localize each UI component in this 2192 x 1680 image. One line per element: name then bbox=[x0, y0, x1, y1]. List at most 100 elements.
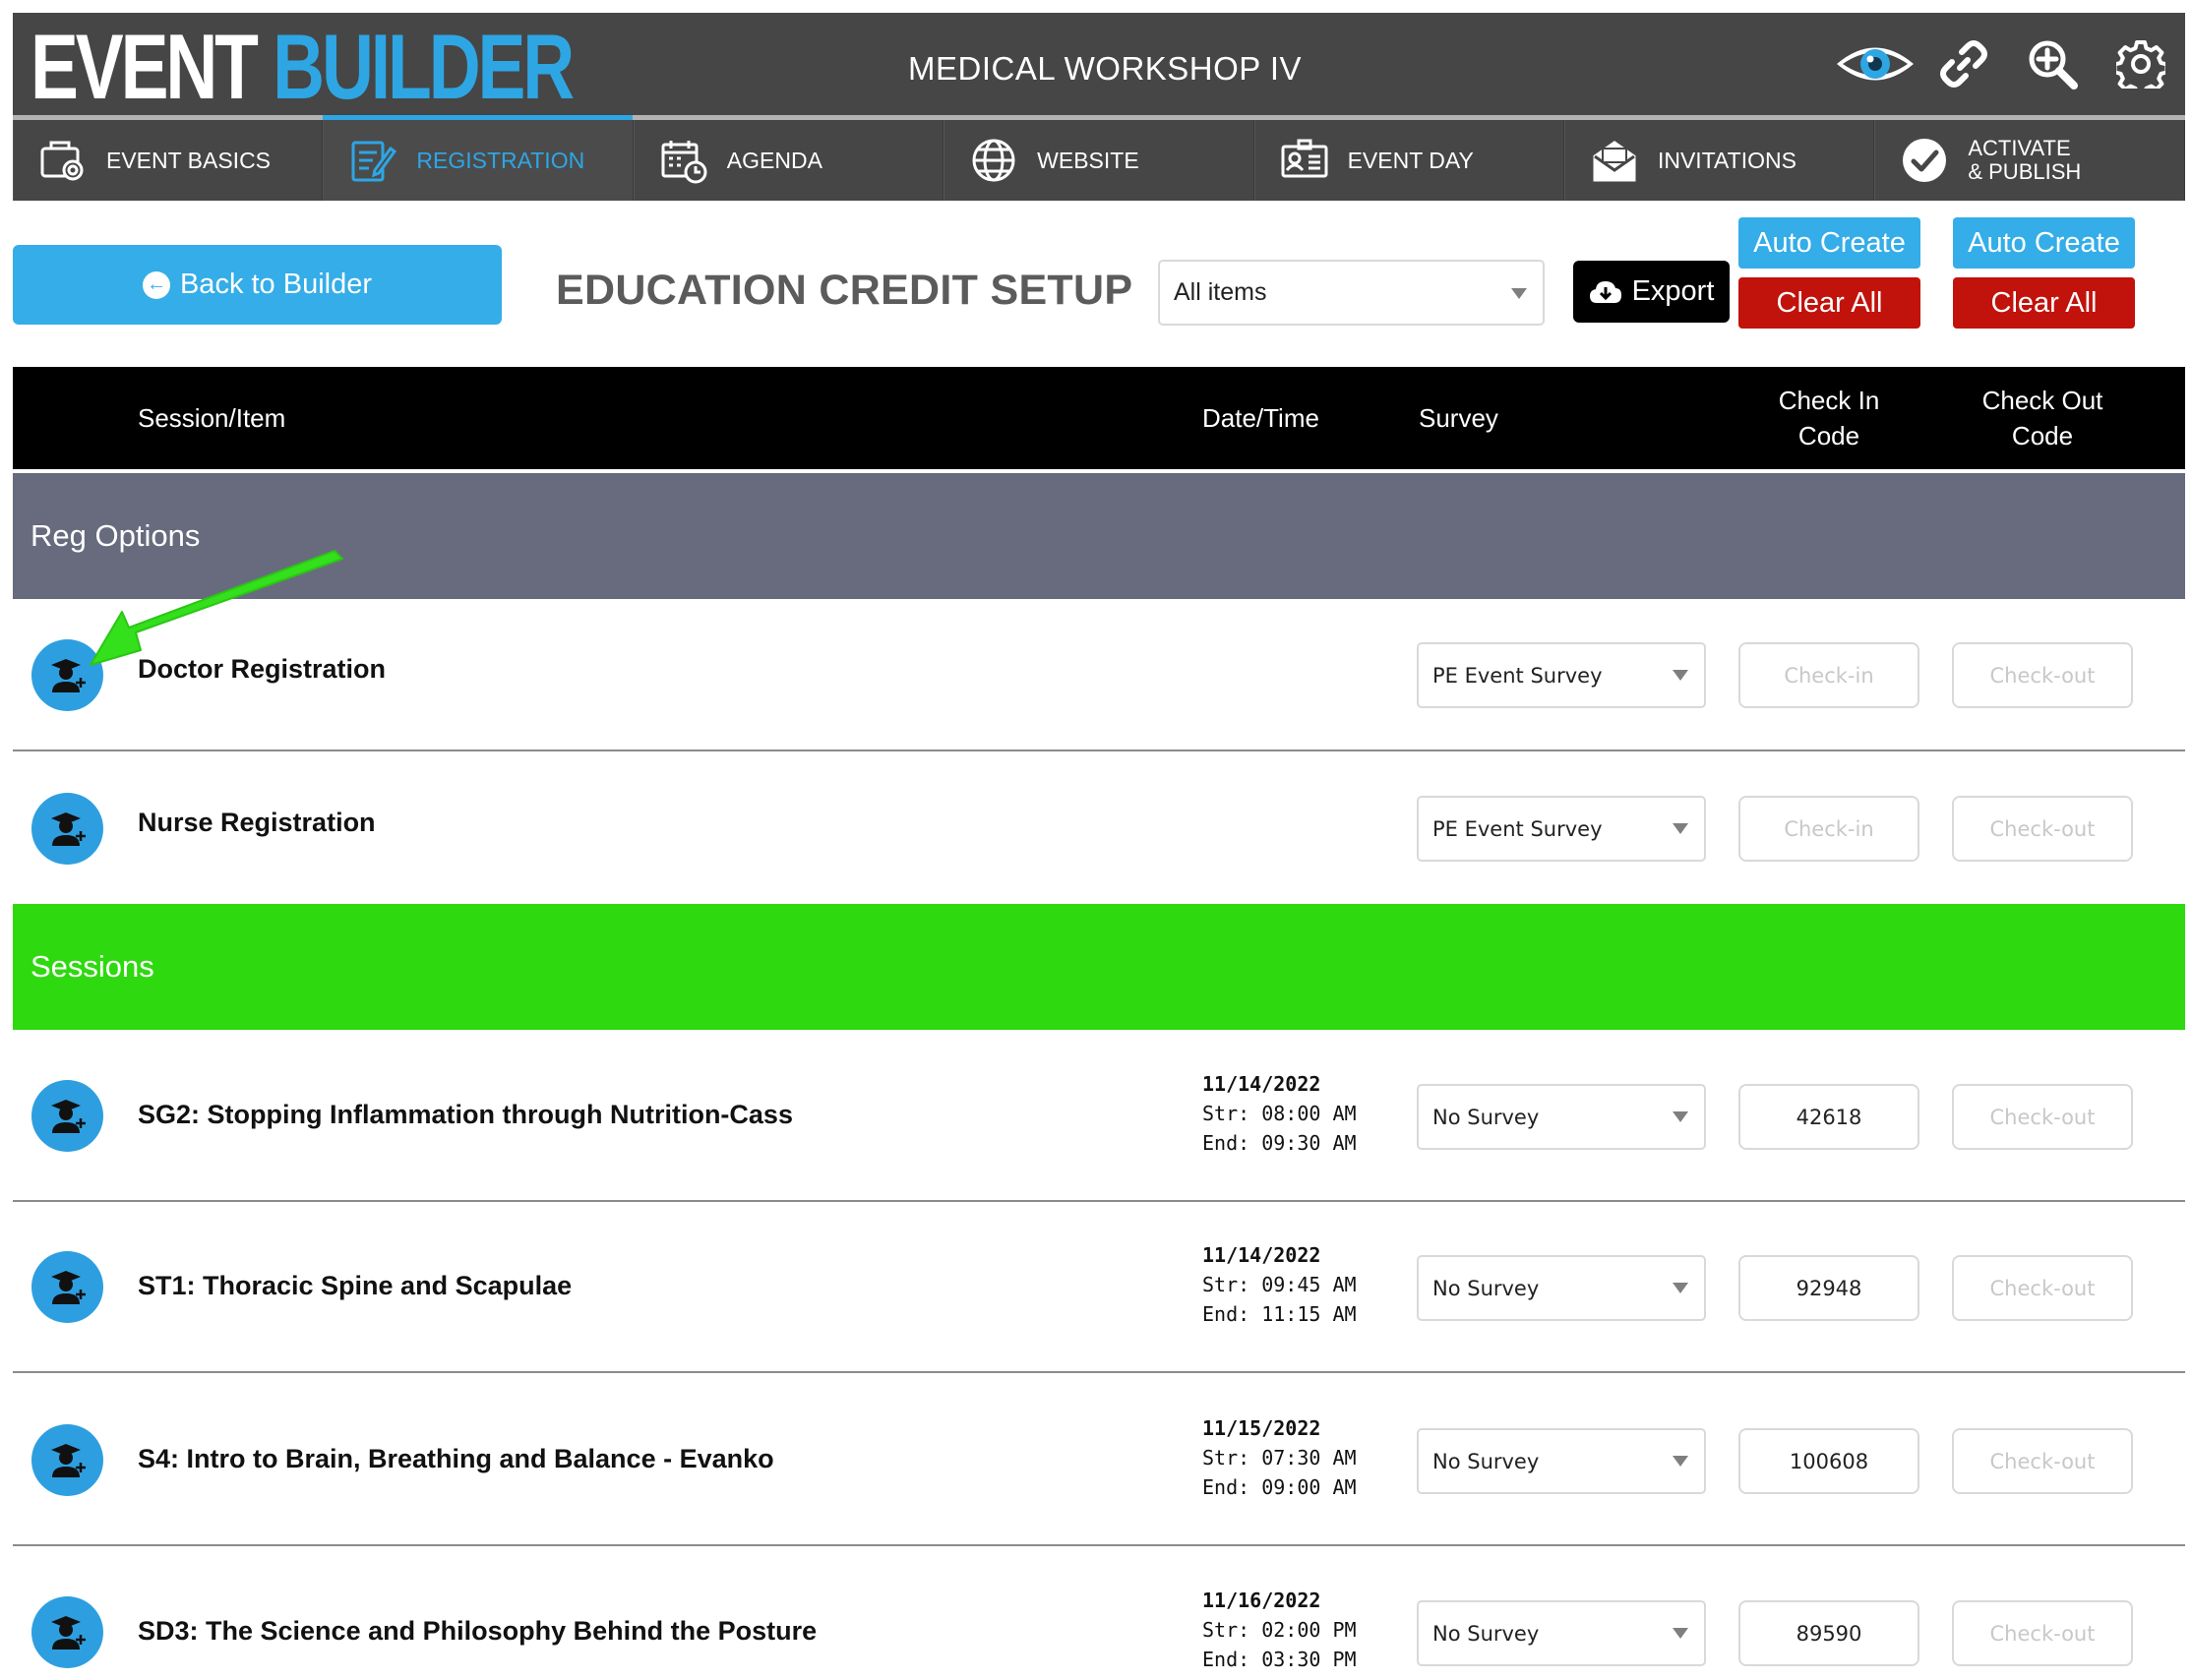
survey-select[interactable]: PE Event Survey bbox=[1417, 642, 1706, 708]
back-to-builder-button[interactable]: ← Back to Builder bbox=[13, 245, 502, 325]
survey-select[interactable]: PE Event Survey bbox=[1417, 796, 1706, 862]
export-label: Export bbox=[1631, 275, 1715, 307]
table-header: Session/Item Date/Time Survey Check In C… bbox=[13, 367, 2185, 469]
tab-label: WEBSITE bbox=[1037, 147, 1139, 173]
header-date-time: Date/Time bbox=[1202, 403, 1319, 433]
session-start: Str: 09:45 AM bbox=[1202, 1273, 1357, 1296]
add-credit-icon[interactable] bbox=[31, 1424, 103, 1496]
globe-icon bbox=[968, 135, 1019, 186]
tab-event-day[interactable]: EVENT DAY bbox=[1253, 120, 1564, 201]
session-start: Str: 02:00 PM bbox=[1202, 1618, 1357, 1642]
check-out-code-input[interactable]: Check-out bbox=[1952, 796, 2133, 862]
tab-invitations[interactable]: INVITATIONS bbox=[1563, 120, 1875, 201]
session-date: 11/15/2022 bbox=[1202, 1416, 1321, 1440]
tab-registration[interactable]: REGISTRATION bbox=[323, 120, 634, 201]
event-builder-app: EVENT BUILDER MEDICAL WORKSHOP IV EVENT … bbox=[0, 0, 2192, 1680]
check-in-code-input[interactable]: 92948 bbox=[1738, 1255, 1919, 1321]
session-datetime: 11/14/2022 Str: 09:45 AM End: 11:15 AM bbox=[1202, 1240, 1357, 1329]
tab-label: EVENT BASICS bbox=[106, 147, 272, 173]
tab-label: INVITATIONS bbox=[1657, 147, 1796, 173]
header-survey: Survey bbox=[1419, 403, 1498, 433]
section-reg-options: Reg Options bbox=[13, 473, 2185, 599]
tab-label-line1: ACTIVATE bbox=[1968, 136, 2071, 160]
registration-icon bbox=[347, 135, 398, 186]
filter-value: All items bbox=[1174, 278, 1267, 306]
session-end: End: 11:15 AM bbox=[1202, 1302, 1357, 1326]
arrow-left-circle-icon: ← bbox=[142, 270, 170, 299]
table-row: SG2: Stopping Inflammation through Nutri… bbox=[13, 1030, 2185, 1202]
eye-icon[interactable] bbox=[1831, 13, 1919, 115]
row-title: ST1: Thoracic Spine and Scapulae bbox=[138, 1271, 573, 1300]
survey-value: No Survey bbox=[1432, 1105, 1540, 1129]
chevron-down-icon bbox=[1673, 670, 1688, 681]
section-sessions: Sessions bbox=[13, 904, 2185, 1030]
survey-select[interactable]: No Survey bbox=[1417, 1600, 1706, 1666]
logo-word-event: EVENT bbox=[30, 15, 259, 118]
survey-value: PE Event Survey bbox=[1432, 663, 1603, 688]
check-circle-icon bbox=[1899, 135, 1950, 186]
session-end: End: 09:00 AM bbox=[1202, 1475, 1357, 1499]
check-in-code-input[interactable]: Check-in bbox=[1738, 642, 1919, 708]
session-date: 11/16/2022 bbox=[1202, 1589, 1321, 1612]
add-credit-icon[interactable] bbox=[31, 1596, 103, 1668]
filter-dropdown[interactable]: All items bbox=[1158, 260, 1545, 326]
gear-icon[interactable] bbox=[2097, 13, 2185, 115]
table-row: SD3: The Science and Philosophy Behind t… bbox=[13, 1547, 2185, 1680]
event-name: MEDICAL WORKSHOP IV bbox=[908, 50, 1303, 87]
chevron-down-icon bbox=[1673, 1456, 1688, 1467]
survey-select[interactable]: No Survey bbox=[1417, 1255, 1706, 1321]
session-start: Str: 08:00 AM bbox=[1202, 1102, 1357, 1125]
tab-website[interactable]: WEBSITE bbox=[944, 120, 1254, 201]
table-row: Nurse Registration PE Event Survey Check… bbox=[13, 753, 2185, 904]
add-credit-icon[interactable] bbox=[31, 639, 103, 711]
event-basics-icon bbox=[37, 135, 89, 186]
check-out-code-input[interactable]: Check-out bbox=[1952, 1600, 2133, 1666]
chevron-down-icon bbox=[1673, 823, 1688, 834]
check-in-code-input[interactable]: 100608 bbox=[1738, 1428, 1919, 1494]
cloud-download-icon bbox=[1589, 280, 1621, 303]
add-credit-icon[interactable] bbox=[31, 1080, 103, 1152]
session-datetime: 11/14/2022 Str: 08:00 AM End: 09:30 AM bbox=[1202, 1069, 1357, 1158]
survey-select[interactable]: No Survey bbox=[1417, 1428, 1706, 1494]
tab-agenda[interactable]: AGENDA bbox=[633, 120, 944, 201]
chevron-down-icon bbox=[1673, 1283, 1688, 1293]
main-nav: EVENT BASICS REGISTRATION AGENDA WEBSITE… bbox=[13, 120, 2185, 201]
header-session-item: Session/Item bbox=[138, 403, 286, 433]
link-icon[interactable] bbox=[1919, 13, 2008, 115]
checkin-auto-create-button[interactable]: Auto Create bbox=[1738, 217, 1920, 269]
zoom-in-icon[interactable] bbox=[2008, 13, 2097, 115]
row-title: SD3: The Science and Philosophy Behind t… bbox=[138, 1616, 818, 1646]
session-datetime: 11/15/2022 Str: 07:30 AM End: 09:00 AM bbox=[1202, 1413, 1357, 1502]
table-row: ST1: Thoracic Spine and Scapulae 11/14/2… bbox=[13, 1203, 2185, 1373]
checkout-auto-create-button[interactable]: Auto Create bbox=[1953, 217, 2135, 269]
header-check-in-line1: Check In bbox=[1778, 386, 1880, 415]
event-builder-logo[interactable]: EVENT BUILDER bbox=[30, 21, 575, 113]
add-credit-icon[interactable] bbox=[31, 793, 103, 865]
check-out-code-input[interactable]: Check-out bbox=[1952, 1084, 2133, 1150]
badge-icon bbox=[1279, 135, 1330, 186]
add-credit-icon[interactable] bbox=[31, 1251, 103, 1323]
check-in-code-input[interactable]: 89590 bbox=[1738, 1600, 1919, 1666]
row-title: Doctor Registration bbox=[138, 654, 387, 684]
survey-value: PE Event Survey bbox=[1432, 816, 1603, 841]
tab-activate-publish[interactable]: ACTIVATE & PUBLISH bbox=[1874, 120, 2185, 201]
session-datetime: 11/16/2022 Str: 02:00 PM End: 03:30 PM bbox=[1202, 1586, 1357, 1674]
check-out-code-input[interactable]: Check-out bbox=[1952, 642, 2133, 708]
check-in-code-input[interactable]: 42618 bbox=[1738, 1084, 1919, 1150]
row-title: Nurse Registration bbox=[138, 808, 376, 837]
checkin-clear-all-button[interactable]: Clear All bbox=[1738, 277, 1920, 329]
header-check-out-line1: Check Out bbox=[1981, 386, 2103, 415]
check-out-code-input[interactable]: Check-out bbox=[1952, 1255, 2133, 1321]
tab-event-basics[interactable]: EVENT BASICS bbox=[13, 120, 324, 201]
check-in-code-input[interactable]: Check-in bbox=[1738, 796, 1919, 862]
survey-select[interactable]: No Survey bbox=[1417, 1084, 1706, 1150]
export-button[interactable]: Export bbox=[1573, 261, 1730, 323]
chevron-down-icon bbox=[1673, 1628, 1688, 1639]
session-end: End: 03:30 PM bbox=[1202, 1648, 1357, 1671]
header-check-out-code: Check Out Code bbox=[1952, 367, 2133, 469]
survey-value: No Survey bbox=[1432, 1449, 1540, 1473]
checkout-clear-all-button[interactable]: Clear All bbox=[1953, 277, 2135, 329]
tab-label: EVENT DAY bbox=[1347, 147, 1474, 173]
check-out-code-input[interactable]: Check-out bbox=[1952, 1428, 2133, 1494]
back-button-label: Back to Builder bbox=[179, 269, 373, 300]
